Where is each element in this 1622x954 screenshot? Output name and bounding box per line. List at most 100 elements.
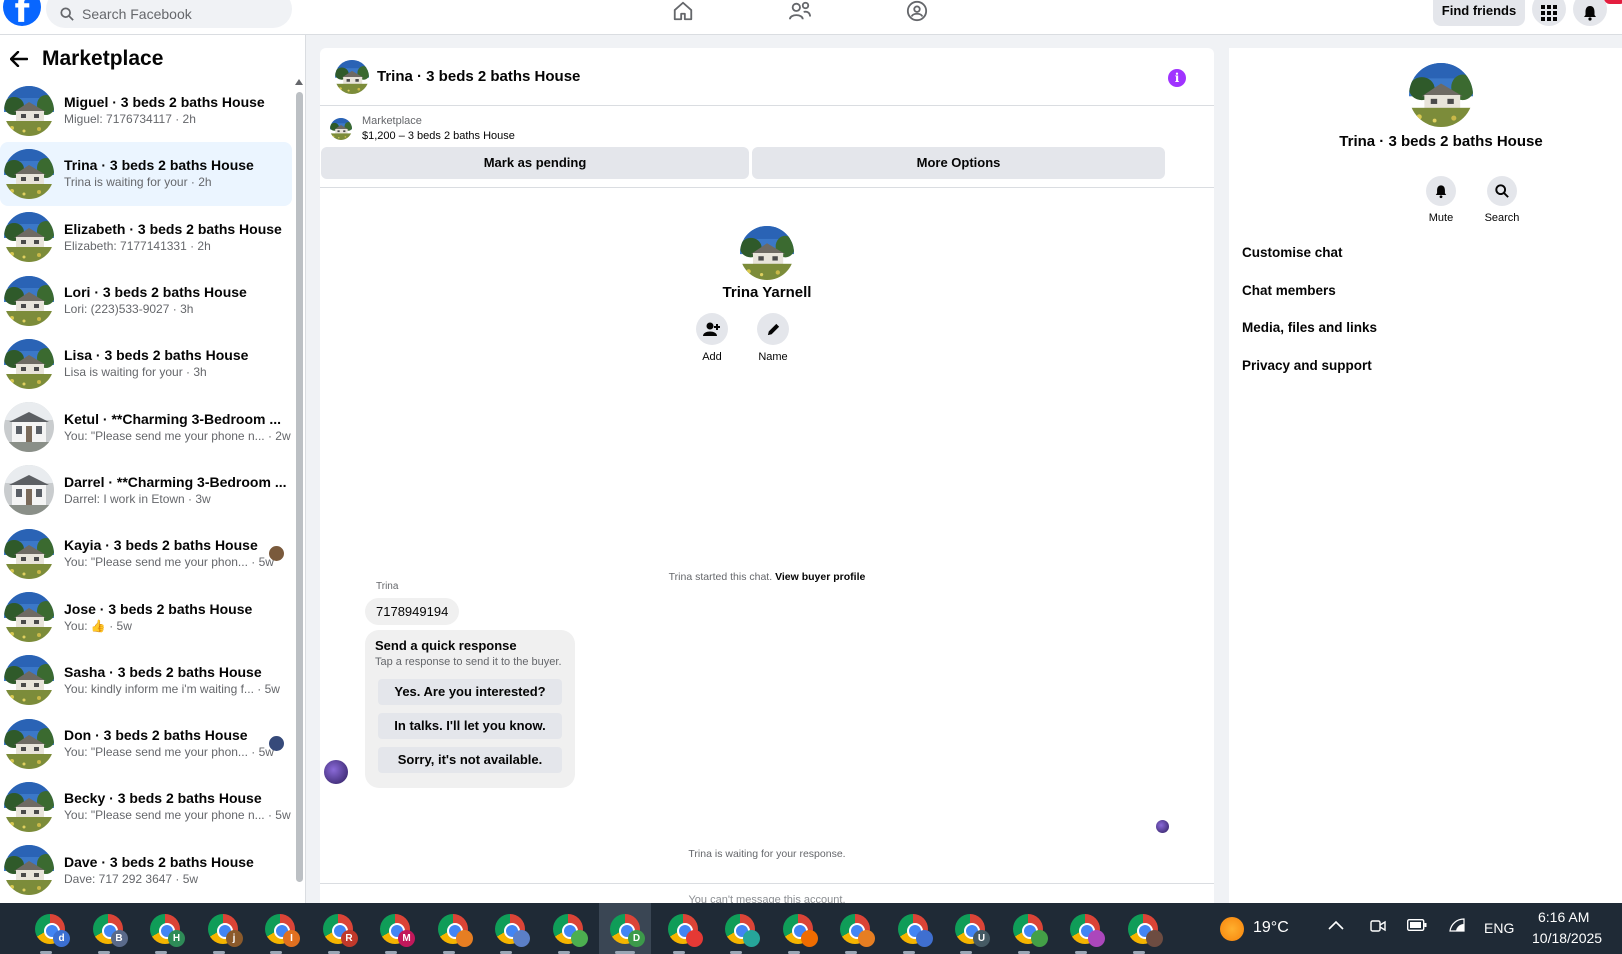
conversation-name: Dave · 3 beds 2 baths House: [64, 853, 254, 870]
conversation-text: Jose · 3 beds 2 baths House You: 👍 · 5w: [64, 600, 252, 635]
quick-response-button-sorry[interactable]: Sorry, it's not available.: [378, 747, 562, 773]
chrome-profile-badge: [800, 930, 818, 947]
view-buyer-profile-link[interactable]: View buyer profile: [775, 571, 865, 583]
back-arrow-icon[interactable]: [10, 51, 28, 67]
mute-button[interactable]: Mute: [1416, 176, 1466, 224]
quick-response-card: Send a quick response Tap a response to …: [365, 630, 575, 788]
info-icon[interactable]: i: [1168, 69, 1186, 87]
buyer-avatar[interactable]: [324, 760, 348, 784]
conversation-name: Lori · 3 beds 2 baths House: [64, 284, 247, 301]
mark-as-pending-button[interactable]: Mark as pending: [321, 147, 749, 179]
chat-header-avatar[interactable]: [335, 60, 369, 94]
conversation-text: Trina · 3 beds 2 baths House Trina is wai…: [64, 156, 254, 191]
quick-response-button-in-talks[interactable]: In talks. I'll let you know.: [378, 713, 562, 739]
chrome-profile-badge: [1145, 930, 1163, 947]
conversation-item[interactable]: Trina · 3 beds 2 baths House Trina is wai…: [0, 142, 292, 206]
conversation-item[interactable]: Sasha · 3 beds 2 baths House You: kindly …: [0, 649, 292, 712]
conversation-list-scrollbar[interactable]: [296, 92, 303, 882]
input-language[interactable]: ENG: [1484, 920, 1514, 936]
facebook-logo[interactable]: f: [3, 0, 41, 31]
cant-message-notice: You can't message this account.: [320, 883, 1214, 903]
conversation-thumbnail: [4, 339, 54, 389]
media-files-links-item[interactable]: Media, files and links: [1242, 320, 1377, 335]
conversation-item[interactable]: Elizabeth · 3 beds 2 baths House Elizabet…: [0, 206, 292, 269]
details-avatar[interactable]: [1409, 63, 1473, 127]
meet-now-icon[interactable]: [1370, 918, 1386, 938]
conversation-preview: You: kindly inform me i'm waiting f... ·…: [64, 681, 280, 696]
conversation-text: Dave · 3 beds 2 baths House Dave: 717 292…: [64, 853, 254, 888]
groups-icon[interactable]: [904, 0, 930, 24]
buyer-profile-name: Trina Yarnell: [722, 284, 812, 301]
conversation-preview: You: "Please send me your phon... · 5w: [64, 555, 274, 570]
customise-chat-item[interactable]: Customise chat: [1242, 245, 1343, 260]
scroll-up-arrow-icon[interactable]: [295, 79, 303, 85]
seen-avatar: [269, 735, 284, 751]
conversation-item[interactable]: Dave · 3 beds 2 baths House Dave: 717 292…: [0, 839, 292, 902]
bell-icon: [1435, 184, 1447, 198]
privacy-support-item[interactable]: Privacy and support: [1242, 358, 1372, 373]
menu-grid-icon[interactable]: [1532, 0, 1566, 26]
conversation-thumbnail: [4, 719, 54, 769]
notifications-bell-icon[interactable]: [1573, 0, 1607, 26]
name-button[interactable]: Name: [743, 313, 803, 363]
conversation-name: Miguel · 3 beds 2 baths House: [64, 94, 265, 111]
conversation-thumbnail: [4, 465, 54, 515]
conversation-preview: Lori: (223)533-9027 · 3h: [64, 302, 194, 317]
chrome-profile-badge: M: [398, 930, 415, 947]
weather-sun-icon[interactable]: [1220, 917, 1244, 941]
conversation-name: Ketul · **Charming 3-Bedroom ...: [64, 410, 282, 427]
friends-icon[interactable]: [787, 0, 813, 24]
conversation-item[interactable]: Darrel · **Charming 3-Bedroom ... Darrel:…: [0, 459, 292, 522]
clock-time[interactable]: 6:16 AM: [1538, 909, 1589, 925]
chat-header-title[interactable]: Trina · 3 beds 2 baths House: [377, 68, 580, 85]
conversation-item[interactable]: Miguel · 3 beds 2 baths House Miguel: 717…: [0, 79, 292, 142]
conversation-name: Trina · 3 beds 2 baths House: [64, 157, 254, 174]
weather-temperature[interactable]: 19°C: [1253, 919, 1289, 937]
conversation-item[interactable]: Becky · 3 beds 2 baths House You: "Please…: [0, 775, 292, 838]
mute-label: Mute: [1428, 212, 1454, 224]
conversation-item[interactable]: Lori · 3 beds 2 baths House Lori: (223)53…: [0, 269, 292, 332]
conversation-thumbnail: [4, 655, 54, 705]
conversation-name: Jose · 3 beds 2 baths House: [64, 600, 253, 617]
conversation-text: Lori · 3 beds 2 baths House Lori: (223)53…: [64, 283, 247, 318]
more-options-button[interactable]: More Options: [752, 147, 1165, 179]
conversation-item[interactable]: Lisa · 3 beds 2 baths House Lisa is waiti…: [0, 332, 292, 395]
chrome-profile-badge: I: [283, 930, 300, 947]
chat-members-item[interactable]: Chat members: [1242, 283, 1336, 298]
conversation-text: Lisa · 3 beds 2 baths House Lisa is waiti…: [64, 346, 248, 381]
clock-date[interactable]: 10/18/2025: [1532, 930, 1602, 946]
waiting-notice: Trina is waiting for your response.: [688, 848, 846, 860]
message-bubble[interactable]: 7178949194: [365, 598, 460, 625]
chrome-profile-badge: R: [340, 930, 358, 947]
show-hidden-icons-chevron-icon[interactable]: [1328, 918, 1344, 935]
add-button[interactable]: Add: [682, 313, 742, 363]
conversation-preview: You: "Please send me your phone n... · 5…: [64, 808, 291, 823]
listing-thumbnail[interactable]: [330, 118, 352, 140]
conversation-preview: Elizabeth: 7177141331 · 2h: [64, 238, 211, 253]
conversation-thumbnail: [4, 276, 54, 326]
search-in-chat-button[interactable]: Search: [1477, 176, 1527, 224]
search-facebook-input[interactable]: Search Facebook: [46, 0, 292, 28]
conversation-item[interactable]: Jose · 3 beds 2 baths House You: 👍 · 5w: [0, 585, 292, 648]
conversation-name: Becky · 3 beds 2 baths House: [64, 790, 262, 807]
find-friends-button[interactable]: Find friends: [1433, 0, 1525, 26]
chrome-profile-badge: [455, 930, 473, 947]
battery-icon[interactable]: [1406, 918, 1427, 935]
wifi-icon[interactable]: [1449, 918, 1465, 936]
conversation-name: Don · 3 beds 2 baths House: [64, 727, 248, 744]
conversation-item[interactable]: Kayia · 3 beds 2 baths House You: "Please…: [0, 522, 292, 585]
chrome-profile-badge: U: [973, 930, 990, 947]
conversation-item[interactable]: Don · 3 beds 2 baths House You: "Please s…: [0, 712, 292, 775]
chrome-profile-badge: j: [225, 930, 243, 947]
listing-price[interactable]: $1,200 – 3 beds 2 baths House: [362, 130, 515, 142]
details-name: Trina · 3 beds 2 baths House: [1339, 133, 1543, 150]
conversation-name: Sasha · 3 beds 2 baths House: [64, 663, 262, 680]
conversation-text: Darrel · **Charming 3-Bedroom ... Darrel:…: [64, 473, 287, 508]
conversation-item[interactable]: Ketul · **Charming 3-Bedroom ... You: "Pl…: [0, 395, 292, 458]
add-person-icon: [703, 322, 720, 336]
home-icon[interactable]: [670, 0, 696, 24]
marketplace-header: Marketplace: [10, 47, 163, 71]
chat-panel: Trina · 3 beds 2 baths House i Marketpla…: [320, 48, 1214, 903]
quick-response-button-yes[interactable]: Yes. Are you interested?: [378, 679, 562, 705]
buyer-profile-avatar[interactable]: [740, 226, 794, 280]
